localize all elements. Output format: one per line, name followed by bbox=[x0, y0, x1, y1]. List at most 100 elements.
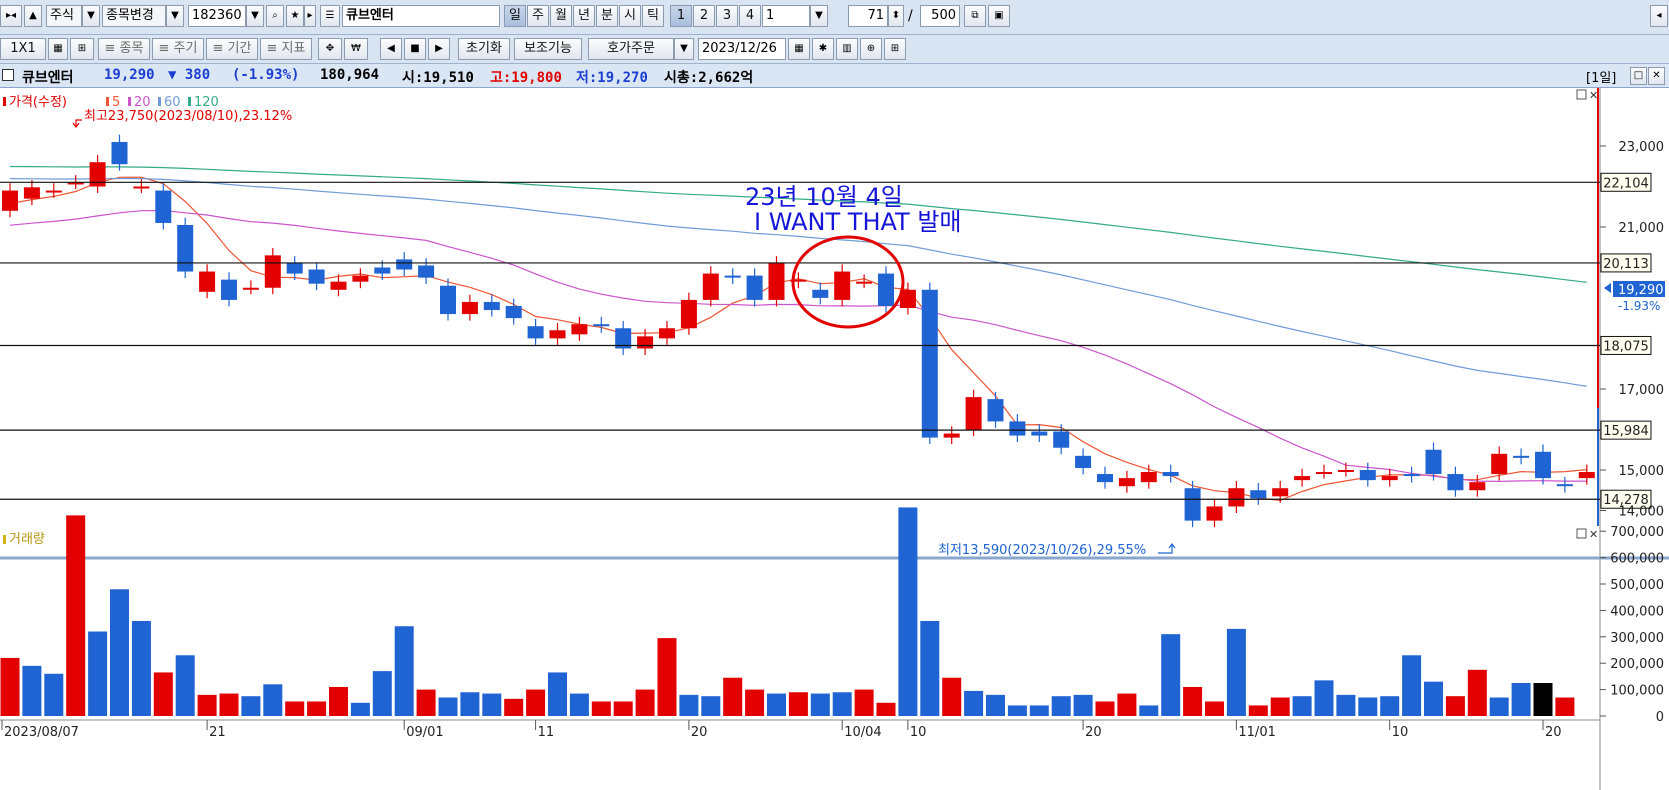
grid-icon[interactable]: ▦ bbox=[48, 38, 68, 60]
interval-4-button[interactable]: 4 bbox=[739, 5, 761, 27]
period-tick-button[interactable]: 틱 bbox=[642, 5, 664, 27]
candle-body bbox=[527, 326, 544, 339]
period-week-button[interactable]: 주 bbox=[527, 5, 549, 27]
candle-body bbox=[1359, 470, 1376, 481]
candle-body bbox=[133, 186, 150, 189]
new-window-icon[interactable]: ⧉ bbox=[964, 5, 986, 27]
candle-body bbox=[680, 299, 697, 329]
period-hour-button[interactable]: 시 bbox=[619, 5, 641, 27]
date-tick-label: 20 bbox=[1085, 725, 1102, 740]
order-button[interactable]: 호가주문 bbox=[588, 38, 674, 60]
volume-pane-maximize-icon[interactable] bbox=[1576, 528, 1587, 539]
interval-input[interactable]: 1 bbox=[762, 5, 810, 27]
info-volume: 180,964 bbox=[320, 67, 380, 83]
period-day-button[interactable]: 일 bbox=[504, 5, 526, 27]
volume-bar bbox=[701, 696, 721, 716]
panel-toggle-icon[interactable]: ◂ bbox=[1650, 5, 1668, 27]
prev-icon[interactable]: ◀ bbox=[380, 38, 402, 60]
candle-body bbox=[1031, 431, 1048, 436]
period-minute-button[interactable]: 분 bbox=[596, 5, 618, 27]
volume-bar bbox=[285, 701, 305, 716]
support-line-label: 22,104 bbox=[1603, 176, 1649, 191]
close-icon[interactable]: ✕ bbox=[1648, 67, 1665, 85]
reset-button[interactable]: 초기화 bbox=[458, 38, 510, 60]
volume-bar bbox=[1555, 697, 1575, 716]
current-price-label: 19,290 bbox=[1618, 283, 1664, 298]
period-month-button[interactable]: 월 bbox=[550, 5, 572, 27]
list-icon[interactable]: ☰ bbox=[320, 5, 340, 27]
chevron-down-icon[interactable]: ▼ bbox=[674, 38, 694, 60]
star-icon[interactable]: ★ bbox=[286, 5, 304, 27]
compare-icon[interactable]: ⊞ bbox=[70, 38, 94, 60]
aux-function-button[interactable]: 보조기능 bbox=[514, 38, 582, 60]
price-legend-swatch bbox=[3, 97, 6, 106]
pane-maximize-icon[interactable] bbox=[1576, 89, 1587, 100]
candle-body bbox=[308, 269, 325, 284]
collapse-up-icon[interactable]: ▲ bbox=[24, 5, 42, 27]
zoom-icon[interactable]: ⊕ bbox=[860, 38, 882, 60]
volume-bar bbox=[1358, 697, 1378, 716]
date-tick-label: 09/01 bbox=[406, 725, 443, 740]
stock-name-field[interactable]: 큐브엔터 bbox=[342, 5, 500, 27]
tool-stock-button[interactable]: ≡ 종목 bbox=[98, 38, 150, 60]
volume-legend: 거래량 bbox=[9, 532, 45, 547]
period-year-button[interactable]: 년 bbox=[573, 5, 595, 27]
volume-bar bbox=[241, 696, 261, 716]
market-select[interactable]: 주식 bbox=[46, 5, 82, 27]
ma5-legend-swatch bbox=[106, 97, 109, 106]
crosshair-icon[interactable]: ✥ bbox=[318, 38, 342, 60]
tool-period-button[interactable]: ≡ 기간 bbox=[206, 38, 258, 60]
next-icon[interactable]: ▶ bbox=[428, 38, 450, 60]
candle-body bbox=[1491, 453, 1508, 475]
price-chart[interactable]: 22,10420,11318,07515,98414,278 23,00021,… bbox=[0, 88, 1669, 790]
interval-3-button[interactable]: 3 bbox=[716, 5, 738, 27]
volume-bar bbox=[153, 672, 173, 716]
search-icon[interactable]: ⌕ bbox=[266, 5, 284, 27]
chart-settings-icon[interactable]: ▥ bbox=[836, 38, 858, 60]
interval-2-button[interactable]: 2 bbox=[693, 5, 715, 27]
candle-body bbox=[483, 301, 500, 311]
tool-cycle-button[interactable]: ≡ 주기 bbox=[152, 38, 204, 60]
count-input[interactable]: 71 bbox=[848, 5, 888, 27]
add-window-icon[interactable]: ⊞ bbox=[884, 38, 906, 60]
volume-bar bbox=[1205, 701, 1224, 716]
select-checkbox[interactable] bbox=[2, 69, 14, 81]
candle-body bbox=[1381, 476, 1398, 481]
change-stock-select[interactable]: 종목변경 bbox=[102, 5, 166, 27]
save-icon[interactable]: ▣ bbox=[988, 5, 1010, 27]
volume-pane-close-icon[interactable]: ✕ bbox=[1589, 528, 1598, 541]
maximize-icon[interactable]: □ bbox=[1630, 67, 1647, 85]
candle-body bbox=[834, 271, 851, 300]
candle-body bbox=[1118, 478, 1135, 487]
volume-bar bbox=[1226, 628, 1246, 716]
chevron-down-icon[interactable]: ▼ bbox=[82, 5, 100, 27]
wave-icon[interactable]: ₩ bbox=[344, 38, 368, 60]
candle-body bbox=[637, 336, 654, 349]
volume-bar bbox=[197, 694, 217, 716]
chevron-down-icon[interactable]: ▼ bbox=[166, 5, 184, 27]
interval-1-button[interactable]: 1 bbox=[670, 5, 692, 27]
volume-bar bbox=[986, 694, 1005, 716]
layout-button[interactable]: 1X1 bbox=[0, 38, 46, 60]
toggle-panel-button[interactable]: ▸◂ bbox=[0, 5, 22, 27]
count-separator: / bbox=[908, 8, 913, 24]
candle-body bbox=[878, 273, 894, 306]
stock-code-input[interactable]: 182360 bbox=[188, 5, 246, 27]
gear-icon[interactable]: ✱ bbox=[812, 38, 834, 60]
pane-close-icon[interactable]: ✕ bbox=[1589, 89, 1598, 102]
tool-indicator-button[interactable]: ≡ 지표 bbox=[260, 38, 312, 60]
spinner-icon[interactable]: ⬍ bbox=[888, 5, 904, 27]
volume-bar bbox=[1139, 705, 1159, 716]
toolbar-row-2: 1X1 ▦ ⊞ ≡ 종목 ≡ 주기 ≡ 기간 ≡ 지표 ✥ ₩ ◀ ■ ▶ 초기… bbox=[0, 35, 1669, 64]
chevron-down-icon[interactable]: ▼ bbox=[246, 5, 264, 27]
chevron-right-icon[interactable]: ▸ bbox=[304, 5, 316, 27]
chevron-down-icon[interactable]: ▼ bbox=[810, 5, 828, 27]
stop-icon[interactable]: ■ bbox=[404, 38, 426, 60]
date-input[interactable]: 2023/12/26 bbox=[698, 38, 786, 60]
candle-body bbox=[812, 289, 829, 298]
candle-body bbox=[396, 259, 413, 270]
calendar-icon[interactable]: ▦ bbox=[788, 38, 810, 60]
candle-body bbox=[330, 281, 347, 290]
candle-body bbox=[1184, 488, 1201, 521]
candle-body bbox=[1447, 474, 1464, 491]
